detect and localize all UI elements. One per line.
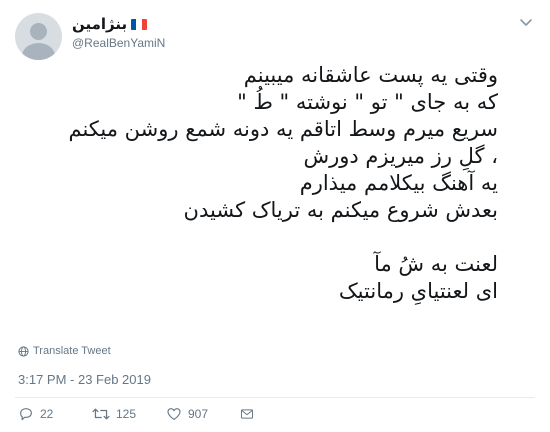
tweet-line: لعنت به شُ مآ	[374, 252, 498, 276]
like-count: 907	[188, 407, 209, 421]
translate-label: Translate Tweet	[33, 345, 111, 357]
tweet-line: ، گلِ رز میریزم دورش	[303, 144, 498, 168]
tweet-line: که به جای " تو " نوشته " طُ "	[237, 90, 498, 114]
flag-stripe-red	[141, 18, 148, 30]
avatar-head-shape	[30, 23, 47, 40]
reply-button[interactable]: 22	[18, 406, 92, 422]
tweet-timestamp[interactable]: 3:17 PM - 23 Feb 2019	[18, 372, 151, 387]
tweet-line: وقتی یه پست عاشقانه میبینم	[243, 63, 498, 87]
tweet-line: سریع میرم وسط اتاقم یه دونه شمع روشن میک…	[68, 117, 498, 141]
avatar-body-shape	[22, 43, 55, 60]
tweet-line: بعدش شروع میکنم به تریاک کشیدن	[183, 198, 498, 222]
tweet-line: ای لعنتیایِ رمانتیک	[338, 279, 498, 303]
divider	[15, 397, 535, 398]
tweet-line: یه آهنگ بیکلامم میذارم	[299, 171, 498, 195]
display-name[interactable]: بنژامین	[72, 15, 127, 33]
avatar[interactable]	[15, 13, 62, 60]
user-handle[interactable]: @RealBenYamiN	[72, 36, 165, 50]
translate-tweet-link[interactable]: Translate Tweet	[18, 345, 111, 357]
like-button[interactable]: 907	[166, 406, 240, 422]
tweet-actions: 22 125 907	[18, 404, 260, 424]
reply-count: 22	[40, 407, 54, 421]
envelope-icon	[240, 409, 254, 419]
retweet-button[interactable]: 125	[92, 406, 166, 422]
author-name-row[interactable]: بنژامین	[72, 14, 148, 34]
reply-icon	[20, 408, 32, 421]
tweet-card: بنژامین @RealBenYamiN وقتی یه پست عاشقان…	[0, 0, 550, 432]
france-flag-icon	[131, 18, 148, 30]
tweet-text: وقتی یه پست عاشقانه میبینم که به جای " ت…	[28, 62, 498, 305]
chevron-down-icon[interactable]	[518, 14, 534, 30]
retweet-count: 125	[116, 407, 137, 421]
retweet-icon	[92, 408, 110, 420]
globe-icon	[18, 345, 29, 357]
heart-icon	[167, 408, 181, 420]
direct-message-button[interactable]	[240, 406, 260, 422]
